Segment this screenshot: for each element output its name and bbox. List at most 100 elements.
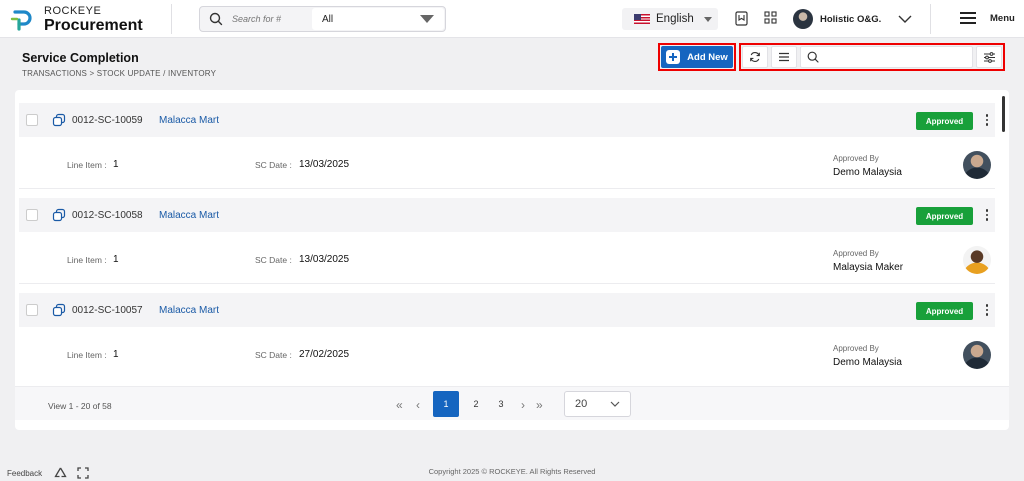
record-item[interactable]: 0012-SC-10058 Malacca Mart Approved Line… bbox=[19, 198, 995, 284]
record-header: 0012-SC-10057 Malacca Mart Approved bbox=[19, 293, 995, 327]
line-item-value: 1 bbox=[113, 349, 119, 360]
more-options-icon[interactable] bbox=[985, 114, 989, 126]
approved-by-value: Malaysia Maker bbox=[833, 262, 904, 273]
plus-icon bbox=[666, 50, 681, 64]
fullscreen-icon[interactable] bbox=[77, 467, 89, 479]
records-card: 0012-SC-10059 Malacca Mart Approved Line… bbox=[15, 90, 1009, 430]
sc-date-value: 13/03/2025 bbox=[299, 159, 350, 170]
record-checkbox[interactable] bbox=[26, 209, 38, 221]
page-title: Service Completion bbox=[22, 51, 139, 65]
pagination-bar: View 1 - 20 of 58 « ‹ 1 2 3 › » 20 bbox=[15, 386, 1009, 420]
breadcrumb: TRANSACTIONS > STOCK UPDATE / INVENTORY bbox=[22, 69, 217, 78]
record-vendor-link[interactable]: Malacca Mart bbox=[159, 210, 219, 221]
user-avatar bbox=[793, 9, 813, 29]
record-checkbox[interactable] bbox=[26, 304, 38, 316]
user-name: Holistic O&G. bbox=[820, 13, 882, 25]
language-value: English bbox=[656, 13, 694, 25]
more-options-icon[interactable] bbox=[985, 209, 989, 221]
filter-button[interactable] bbox=[976, 46, 1002, 68]
sc-date-value: 13/03/2025 bbox=[299, 254, 350, 265]
menu-button[interactable]: Menu bbox=[960, 12, 1015, 24]
record-item[interactable]: 0012-SC-10057 Malacca Mart Approved Line… bbox=[19, 293, 995, 379]
approver-avatar bbox=[963, 341, 991, 369]
list-scrollbar[interactable] bbox=[1002, 96, 1005, 132]
search-icon[interactable] bbox=[200, 12, 232, 26]
brand-top-text: ROCKEYE bbox=[44, 5, 102, 17]
line-item-label: Line Item : bbox=[67, 160, 107, 170]
line-item-label: Line Item : bbox=[67, 255, 107, 265]
sc-date-value: 27/02/2025 bbox=[299, 349, 350, 360]
top-bar: ROCKEYE Procurement All English Holistic… bbox=[0, 0, 1024, 38]
list-toolbar-highlight bbox=[739, 43, 1005, 71]
search-scope-select[interactable]: All bbox=[312, 8, 444, 30]
rockeye-logo-icon bbox=[10, 7, 36, 33]
record-header: 0012-SC-10058 Malacca Mart Approved bbox=[19, 198, 995, 232]
recycle-icon[interactable] bbox=[54, 467, 67, 479]
record-item[interactable]: 0012-SC-10059 Malacca Mart Approved Line… bbox=[19, 103, 995, 189]
search-scope-value: All bbox=[322, 13, 334, 25]
refresh-icon bbox=[750, 52, 760, 62]
user-menu[interactable]: Holistic O&G. bbox=[793, 9, 912, 29]
brand-main-text: Procurement bbox=[44, 17, 143, 34]
header-divider bbox=[171, 4, 172, 34]
record-checkbox[interactable] bbox=[26, 114, 38, 126]
records-list[interactable]: 0012-SC-10059 Malacca Mart Approved Line… bbox=[19, 100, 995, 381]
copy-icon[interactable] bbox=[52, 303, 66, 320]
more-options-icon[interactable] bbox=[985, 304, 989, 316]
approver-avatar bbox=[963, 151, 991, 179]
global-search-input[interactable] bbox=[232, 14, 310, 24]
chevron-down-icon bbox=[420, 15, 434, 23]
copyright-text: Copyright 2025 © ROCKEYE. All Rights Res… bbox=[428, 467, 596, 476]
list-view-button[interactable] bbox=[771, 46, 797, 68]
bookmark-icon[interactable] bbox=[735, 11, 748, 29]
footer-left: Feedback bbox=[7, 467, 89, 479]
app-logo[interactable]: ROCKEYE Procurement bbox=[10, 6, 143, 34]
line-item-value: 1 bbox=[113, 159, 119, 170]
copy-icon[interactable] bbox=[52, 113, 66, 130]
status-badge: Approved bbox=[916, 302, 973, 320]
last-page-icon[interactable]: » bbox=[536, 398, 543, 412]
us-flag-icon bbox=[634, 14, 650, 24]
next-page-icon[interactable]: › bbox=[521, 398, 525, 412]
page-size-select[interactable]: 20 bbox=[564, 391, 631, 417]
sc-date-label: SC Date : bbox=[255, 160, 292, 170]
add-new-label: Add New bbox=[687, 51, 728, 63]
add-new-button[interactable]: Add New bbox=[661, 46, 733, 68]
apps-grid-icon[interactable] bbox=[764, 11, 777, 27]
sc-date-label: SC Date : bbox=[255, 350, 292, 360]
record-vendor-link[interactable]: Malacca Mart bbox=[159, 305, 219, 316]
record-id: 0012-SC-10057 bbox=[72, 305, 143, 316]
approver-avatar bbox=[963, 246, 991, 274]
hamburger-icon bbox=[960, 12, 976, 24]
add-new-highlight: Add New bbox=[658, 43, 736, 71]
first-page-icon[interactable]: « bbox=[396, 398, 403, 412]
status-badge: Approved bbox=[916, 207, 973, 225]
page-size-value: 20 bbox=[575, 398, 588, 410]
record-header: 0012-SC-10059 Malacca Mart Approved bbox=[19, 103, 995, 137]
page-button-2[interactable]: 2 bbox=[463, 391, 489, 417]
list-search bbox=[800, 46, 973, 68]
approved-by-value: Demo Malaysia bbox=[833, 357, 902, 368]
feedback-link[interactable]: Feedback bbox=[7, 469, 42, 478]
list-search-input[interactable] bbox=[819, 51, 972, 63]
record-divider bbox=[19, 283, 995, 284]
sc-date-label: SC Date : bbox=[255, 255, 292, 265]
prev-page-icon[interactable]: ‹ bbox=[416, 398, 420, 412]
chevron-down-icon bbox=[704, 16, 712, 22]
record-id: 0012-SC-10058 bbox=[72, 210, 143, 221]
page-button-1[interactable]: 1 bbox=[433, 391, 459, 417]
language-select[interactable]: English bbox=[622, 8, 718, 30]
list-icon bbox=[779, 52, 789, 62]
menu-label: Menu bbox=[990, 12, 1015, 24]
approved-by-label: Approved By bbox=[833, 249, 879, 258]
search-icon[interactable] bbox=[807, 51, 819, 63]
filter-sliders-icon bbox=[983, 51, 995, 63]
page-button-3[interactable]: 3 bbox=[488, 391, 514, 417]
global-search: All bbox=[199, 6, 446, 32]
chevron-down-icon bbox=[898, 15, 912, 23]
view-range-text: View 1 - 20 of 58 bbox=[48, 401, 112, 411]
copy-icon[interactable] bbox=[52, 208, 66, 225]
refresh-button[interactable] bbox=[742, 46, 768, 68]
record-vendor-link[interactable]: Malacca Mart bbox=[159, 115, 219, 126]
header-divider bbox=[930, 4, 931, 34]
